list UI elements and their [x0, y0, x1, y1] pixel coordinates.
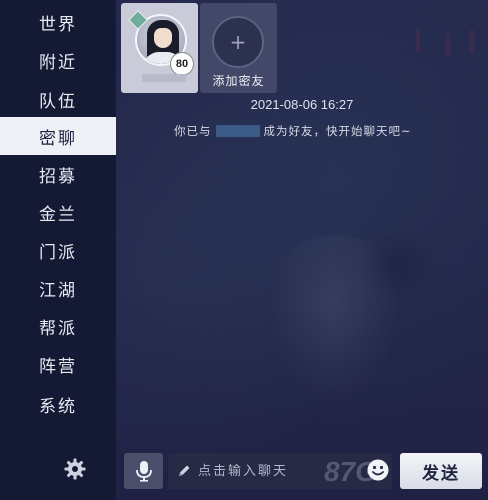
channel-tab-guild[interactable]: 帮派 [0, 307, 116, 345]
channel-tab-private-chat[interactable]: 密聊 [0, 117, 116, 155]
friend-card[interactable]: 80 [121, 3, 198, 93]
send-button[interactable]: 发送 [400, 453, 482, 489]
pen-icon [179, 465, 190, 476]
channel-tab-nearby[interactable]: 附近 [0, 41, 116, 79]
friend-name-redacted [215, 125, 260, 137]
plus-icon: + [212, 16, 264, 68]
add-friend-label: 添加密友 [212, 74, 265, 88]
emoji-button[interactable] [364, 456, 392, 484]
channel-tab-system[interactable]: 系统 [0, 385, 116, 423]
add-friend-button[interactable]: + 添加密友 [200, 3, 277, 93]
channel-tab-team[interactable]: 队伍 [0, 80, 116, 118]
chat-message-input[interactable] [198, 457, 358, 485]
channel-tab-recruit[interactable]: 招募 [0, 155, 116, 193]
microphone-icon [135, 461, 152, 482]
settings-button[interactable] [62, 456, 88, 482]
channel-tab-world[interactable]: 世界 [0, 3, 116, 41]
smiley-icon [367, 459, 389, 481]
chat-channel-sidebar: 世界 附近 队伍 密聊 招募 金兰 门派 江湖 帮派 阵营 系统 [0, 0, 116, 500]
voice-input-button[interactable] [124, 453, 163, 489]
level-badge: 80 [171, 53, 193, 75]
gear-icon [64, 458, 86, 480]
chat-input-box[interactable] [168, 453, 392, 489]
friend-name-redacted [142, 74, 186, 82]
private-chat-panel: 80 + 添加密友 2021-08-06 16:27 你已与 成为好友，快开始聊… [116, 0, 488, 500]
message-timestamp: 2021-08-06 16:27 [250, 97, 354, 112]
channel-tab-jianghu[interactable]: 江湖 [0, 269, 116, 307]
channel-tab-faction[interactable]: 阵营 [0, 345, 116, 383]
channel-tab-sworn[interactable]: 金兰 [0, 193, 116, 231]
channel-tab-sect[interactable]: 门派 [0, 231, 116, 269]
system-message: 你已与 成为好友，快开始聊天吧~ [174, 122, 412, 140]
system-message-prefix: 你已与 [174, 124, 212, 138]
system-message-suffix: 成为好友，快开始聊天吧~ [263, 124, 412, 138]
